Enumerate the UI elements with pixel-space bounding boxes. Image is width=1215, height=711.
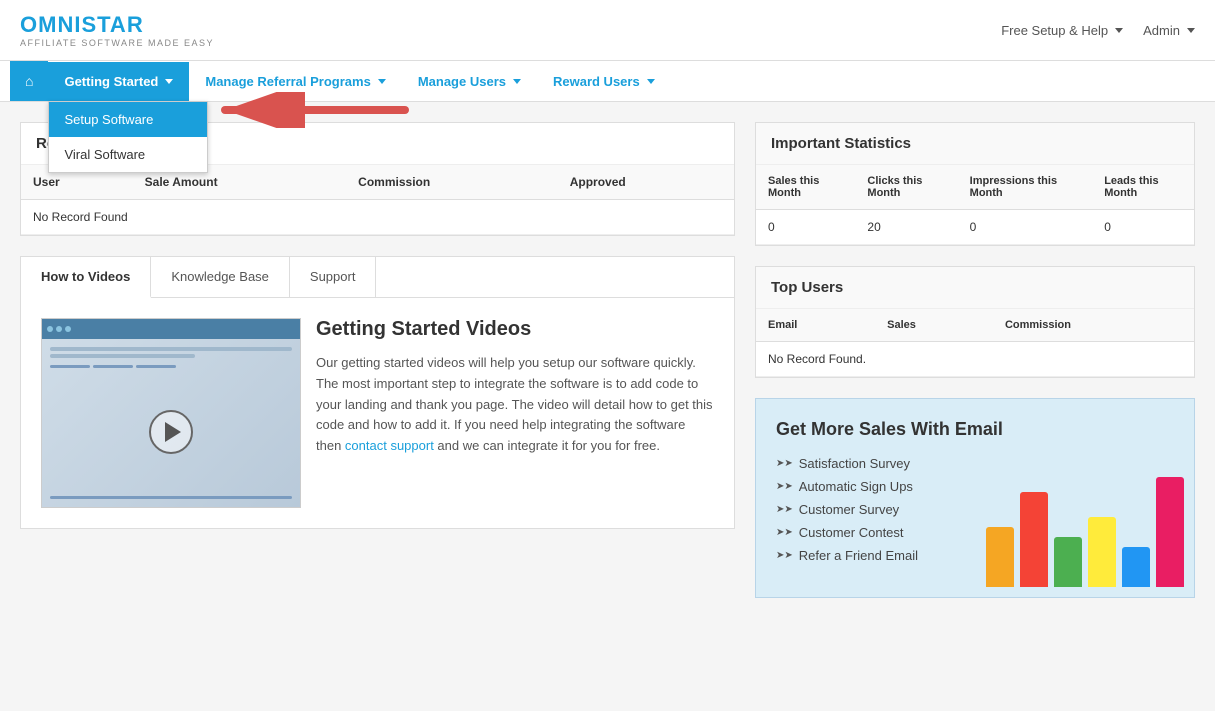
top-users-header-row: Email Sales Commission <box>756 309 1194 342</box>
stat-sales-value: 0 <box>756 210 855 245</box>
viral-software-menu-item[interactable]: Viral Software <box>49 137 207 172</box>
arrow-icon-3: ➤➤ <box>776 504 793 515</box>
stats-header-row: Sales this Month Clicks this Month Impre… <box>756 165 1194 210</box>
bar-4 <box>1122 547 1150 587</box>
bar-chart <box>986 467 1184 587</box>
arrow-icon-5: ➤➤ <box>776 550 793 561</box>
right-column: Important Statistics Sales this Month Cl… <box>755 122 1195 598</box>
stat-leads-value: 0 <box>1092 210 1194 245</box>
email-promo-title: Get More Sales With Email <box>776 419 1174 440</box>
getting-started-menu: Setup Software Viral Software <box>48 101 208 173</box>
video-line-1 <box>50 347 292 351</box>
video-nav-line-2 <box>93 365 133 368</box>
video-top-bar <box>42 319 300 339</box>
contact-support-link[interactable]: contact support <box>345 438 434 453</box>
logo-text: OMNISTAR <box>20 12 214 38</box>
stat-col-impressions: Impressions this Month <box>958 165 1093 210</box>
video-dot-3 <box>65 326 71 332</box>
tab-content-how-to-videos: Getting Started Videos Our getting start… <box>21 298 734 528</box>
manage-users-nav[interactable]: Manage Users <box>402 62 537 101</box>
home-icon: ⌂ <box>25 73 33 89</box>
table-row: No Record Found <box>21 200 734 235</box>
video-body <box>42 339 300 507</box>
logo-omni: OMNI <box>20 12 81 37</box>
main-content: Recent Commissions User Sale Amount Comm… <box>0 102 1215 618</box>
tab-how-to-videos[interactable]: How to Videos <box>21 257 151 298</box>
play-button-area <box>50 371 292 493</box>
tab-text-content: Getting Started Videos Our getting start… <box>316 318 714 508</box>
stat-impressions-value: 0 <box>958 210 1093 245</box>
navbar: ⌂ Getting Started Setup Software Viral S… <box>0 61 1215 102</box>
video-description: Our getting started videos will help you… <box>316 353 714 457</box>
stats-values-row: 0 20 0 0 <box>756 210 1194 245</box>
important-statistics-title: Important Statistics <box>756 123 1194 165</box>
video-nav-line-3 <box>136 365 176 368</box>
top-users-col-email: Email <box>756 309 875 342</box>
stat-clicks-value: 20 <box>855 210 957 245</box>
tabs-header: How to Videos Knowledge Base Support <box>21 257 734 298</box>
logo-subtitle: AFFILIATE SOFTWARE MADE EASY <box>20 38 214 48</box>
reward-users-caret-icon <box>647 79 655 84</box>
header: OMNISTAR AFFILIATE SOFTWARE MADE EASY Fr… <box>0 0 1215 61</box>
top-users-box: Top Users Email Sales Commission No Reco… <box>755 266 1195 378</box>
left-column: Recent Commissions User Sale Amount Comm… <box>20 122 735 598</box>
play-button[interactable] <box>149 410 193 454</box>
statistics-table: Sales this Month Clicks this Month Impre… <box>756 165 1194 245</box>
video-dot-1 <box>47 326 53 332</box>
video-nav-lines <box>50 365 292 368</box>
manage-referral-caret-icon <box>378 79 386 84</box>
bar-1 <box>1020 492 1048 587</box>
getting-started-caret-icon <box>165 79 173 84</box>
tab-support[interactable]: Support <box>290 257 377 297</box>
bar-3 <box>1088 517 1116 587</box>
video-body-text-2: and we can integrate it for you for free… <box>434 438 660 453</box>
play-triangle-icon <box>165 422 181 442</box>
header-right: Free Setup & Help Admin <box>1001 23 1195 38</box>
top-users-col-commission: Commission <box>993 309 1194 342</box>
setup-software-menu-item[interactable]: Setup Software <box>49 102 207 137</box>
recent-commissions-table: User Sale Amount Commission Approved No … <box>21 165 734 235</box>
video-section-title: Getting Started Videos <box>316 318 714 341</box>
table-row: No Record Found. <box>756 342 1194 377</box>
top-users-col-sales: Sales <box>875 309 993 342</box>
email-promo-box: Get More Sales With Email ➤➤ Satisfactio… <box>755 398 1195 598</box>
tab-knowledge-base[interactable]: Knowledge Base <box>151 257 290 297</box>
stat-col-sales: Sales this Month <box>756 165 855 210</box>
stat-col-clicks: Clicks this Month <box>855 165 957 210</box>
stat-col-leads: Leads this Month <box>1092 165 1194 210</box>
bar-5 <box>1156 477 1184 587</box>
free-setup-help-link[interactable]: Free Setup & Help <box>1001 23 1123 38</box>
bar-0 <box>986 527 1014 587</box>
arrow-icon-4: ➤➤ <box>776 527 793 538</box>
video-thumbnail[interactable] <box>41 318 301 508</box>
arrow-icon-2: ➤➤ <box>776 481 793 492</box>
top-users-table: Email Sales Commission No Record Found. <box>756 309 1194 377</box>
video-line-2 <box>50 354 195 358</box>
free-setup-caret-icon <box>1115 28 1123 33</box>
home-nav-button[interactable]: ⌂ <box>10 61 48 101</box>
getting-started-dropdown: Getting Started Setup Software Viral Sof… <box>48 62 189 101</box>
getting-started-nav[interactable]: Getting Started <box>48 62 189 101</box>
no-record-cell: No Record Found <box>21 200 734 235</box>
top-users-no-record: No Record Found. <box>756 342 1194 377</box>
video-nav-line-1 <box>50 365 90 368</box>
admin-link[interactable]: Admin <box>1143 23 1195 38</box>
important-statistics-box: Important Statistics Sales this Month Cl… <box>755 122 1195 246</box>
arrow-icon-1: ➤➤ <box>776 458 793 469</box>
logo: OMNISTAR AFFILIATE SOFTWARE MADE EASY <box>20 12 214 48</box>
manage-users-caret-icon <box>513 79 521 84</box>
admin-caret-icon <box>1187 28 1195 33</box>
arrow-svg <box>215 92 415 128</box>
bar-2 <box>1054 537 1082 587</box>
top-users-title: Top Users <box>756 267 1194 309</box>
arrow-annotation <box>215 92 415 128</box>
reward-users-nav[interactable]: Reward Users <box>537 62 671 101</box>
tabs-container: How to Videos Knowledge Base Support <box>20 256 735 529</box>
video-dot-2 <box>56 326 62 332</box>
col-approved: Approved <box>558 165 734 200</box>
video-progress-bar <box>50 496 292 499</box>
logo-star: STAR <box>81 12 143 37</box>
col-commission: Commission <box>346 165 558 200</box>
